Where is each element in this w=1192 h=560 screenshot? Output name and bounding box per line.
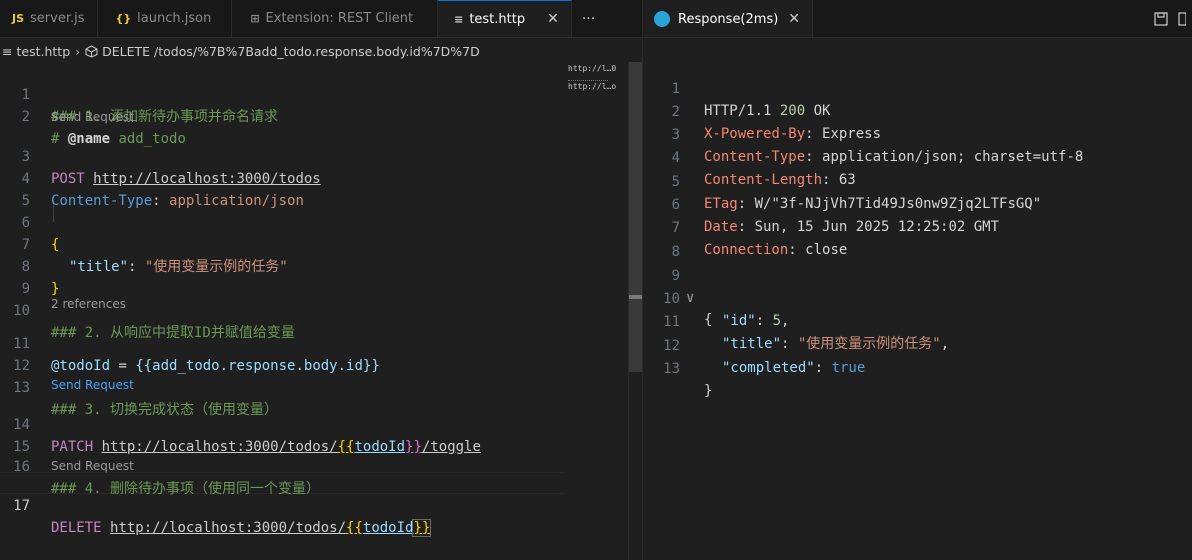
- line-number: 13: [663, 361, 680, 377]
- code-line: 15: [0, 414, 34, 455]
- response-header: Content-Type: application/json; charset=…: [704, 149, 1084, 165]
- minimap-line: http://l…o: [568, 82, 617, 91]
- code-line: 13 ### 3. 切换完成状态（使用变量）: [0, 355, 278, 418]
- variable-definition: @todoId = {{add_todo.response.body.id}}: [51, 358, 380, 374]
- json-brace: {: [51, 237, 60, 253]
- save-response-icon[interactable]: [1154, 11, 1168, 26]
- code-line: 2 X-Powered-By: Express: [642, 79, 881, 142]
- response-header: Date: Sun, 15 Jun 2025 12:25:02 GMT: [704, 219, 1000, 235]
- javascript-file-icon: JS: [12, 12, 25, 25]
- code-line: 17 DELETE http://localhost:3000/todos/{{…: [0, 473, 432, 537]
- code-line: 9 ∨ {: [642, 243, 713, 328]
- minimap[interactable]: http://l…0 http://l…o: [568, 64, 628, 91]
- code-line: 10 ### 2. 从响应中提取ID并赋值给变量: [0, 278, 295, 341]
- request-editor[interactable]: 1 ### 1. 添加新待办事项并命名请求 2 # @name add_todo…: [0, 62, 628, 560]
- code-line: 8: [642, 219, 680, 260]
- code-line: 8 }: [0, 234, 60, 297]
- code-line: 12: [0, 333, 34, 374]
- response-header: Connection: close: [704, 242, 848, 258]
- scrollbar-cursor-marker: [629, 295, 642, 299]
- json-brace: }: [704, 383, 713, 399]
- tab-label: launch.json: [137, 11, 212, 26]
- request-line: POST http://localhost:3000/todos: [51, 171, 321, 187]
- chevron-right-icon: ›: [75, 43, 81, 59]
- code-line: 2 # @name add_todo: [0, 84, 186, 147]
- json-brace: {: [704, 312, 713, 328]
- code-line: 3 POST http://localhost:3000/todos: [0, 124, 321, 187]
- code-line: 14 PATCH http://localhost:3000/todos/{{t…: [0, 392, 481, 455]
- editor-actions: [1154, 0, 1192, 37]
- http-file-icon: ≡: [454, 12, 464, 26]
- tab-label: Extension: REST Client: [265, 11, 414, 26]
- header-line: Content-Type: application/json: [51, 193, 304, 209]
- code-line: 9: [0, 256, 34, 297]
- response-header: ETag: W/"3f-NJjVh7Tid49Js0nw9Zjq2LTFsGQ": [704, 196, 1042, 212]
- code-line: 10 "id": 5,: [642, 266, 789, 329]
- tab-label: test.http: [469, 11, 526, 27]
- json-property: "title": "使用变量示例的任务": [69, 259, 288, 275]
- send-request-codelens[interactable]: Send Request: [51, 108, 134, 126]
- code-line: 1 ### 1. 添加新待办事项并命名请求: [0, 62, 278, 125]
- response-viewer[interactable]: 1 HTTP/1.1 200 OK 2 X-Powered-By: Expres…: [642, 54, 1192, 560]
- code-line: 1 HTTP/1.1 200 OK: [642, 56, 831, 119]
- json-property: "title": "使用变量示例的任务",: [722, 336, 950, 352]
- code-line: 11 "title": "使用变量示例的任务",: [642, 289, 949, 352]
- json-property: "completed": true: [722, 360, 866, 376]
- rest-client-response-icon: [654, 11, 670, 27]
- request-line: PATCH http://localhost:3000/todos/{{todo…: [51, 439, 481, 455]
- name-directive: # @name add_todo: [51, 131, 186, 147]
- cube-symbol-icon: [85, 44, 98, 58]
- code-line: 12 "completed": true: [642, 313, 865, 376]
- code-line: 7 "title": "使用变量示例的任务": [0, 212, 288, 275]
- comment-text: ### 3. 切换完成状态（使用变量）: [51, 402, 279, 418]
- tab-test-http[interactable]: ≡ test.http ✕: [438, 0, 572, 37]
- file-lines-icon: ≡: [2, 43, 13, 59]
- breadcrumb: ≡ test.http › DELETE /todos/%7B%7Badd_to…: [0, 40, 628, 62]
- response-header: X-Powered-By: Express: [704, 126, 882, 142]
- code-line: 13 }: [642, 336, 712, 399]
- tab-launch-json[interactable]: {} launch.json: [98, 0, 233, 37]
- minimap-line: [568, 80, 608, 81]
- fold-chevron-icon[interactable]: ∨: [686, 287, 694, 309]
- left-tab-bar: JS server.js {} launch.json ⊞ Extension:…: [0, 0, 642, 38]
- code-line: 6 Date: Sun, 15 Jun 2025 12:25:02 GMT: [642, 172, 999, 235]
- scrollbar-thumb[interactable]: [629, 62, 642, 372]
- code-line: 7 Connection: close: [642, 195, 848, 258]
- breadcrumb-symbol[interactable]: DELETE /todos/%7B%7Badd_todo.response.bo…: [102, 44, 480, 59]
- code-line: 5: [0, 168, 34, 209]
- code-line: 16 ### 4. 删除待办事项（使用同一个变量）: [0, 434, 320, 497]
- minimap-line: http://l…0: [568, 64, 617, 73]
- code-line: 4 Content-Type: application/json: [0, 146, 304, 209]
- response-header: Content-Length: 63: [704, 172, 856, 188]
- code-line: 11 @todoId = {{add_todo.response.body.id…: [0, 311, 380, 374]
- tab-label: server.js: [30, 11, 85, 26]
- json-file-icon: {}: [115, 12, 132, 25]
- tab-label: Response(2ms): [678, 11, 779, 27]
- tab-response[interactable]: Response(2ms) ✕: [642, 0, 814, 37]
- extension-icon: ⊞: [250, 12, 260, 25]
- code-line: 3 Content-Type: application/json; charse…: [642, 102, 1084, 165]
- tab-extension-rest-client[interactable]: ⊞ Extension: REST Client: [232, 0, 439, 37]
- status-line: HTTP/1.1 200 OK: [704, 103, 831, 119]
- code-line: 4 Content-Length: 63: [642, 125, 856, 188]
- comment-text: ### 4. 删除待办事项（使用同一个变量）: [51, 481, 321, 497]
- close-tab-icon[interactable]: ✕: [788, 11, 800, 27]
- code-line: 5 ETag: W/"3f-NJjVh7Tid49Js0nw9Zjq2LTFsG…: [642, 149, 1042, 212]
- line-number: 17: [13, 498, 30, 514]
- references-codelens[interactable]: 2 references: [51, 295, 126, 313]
- tab-server-js[interactable]: JS server.js: [0, 0, 98, 37]
- breadcrumb-file[interactable]: test.http: [16, 44, 70, 59]
- send-request-codelens[interactable]: Send Request: [51, 376, 134, 394]
- code-line: 6 {: [0, 190, 60, 253]
- split-editor-icon[interactable]: [1178, 11, 1186, 26]
- json-property: "id": 5,: [722, 313, 790, 329]
- comment-text: ### 2. 从响应中提取ID并赋值给变量: [51, 325, 295, 341]
- more-actions-icon[interactable]: ···: [572, 0, 605, 37]
- right-tab-bar: Response(2ms) ✕: [642, 0, 1192, 38]
- request-line: DELETE http://localhost:3000/todos/{{tod…: [51, 519, 432, 537]
- send-request-codelens[interactable]: Send Request: [51, 457, 134, 475]
- close-tab-icon[interactable]: ✕: [547, 11, 559, 27]
